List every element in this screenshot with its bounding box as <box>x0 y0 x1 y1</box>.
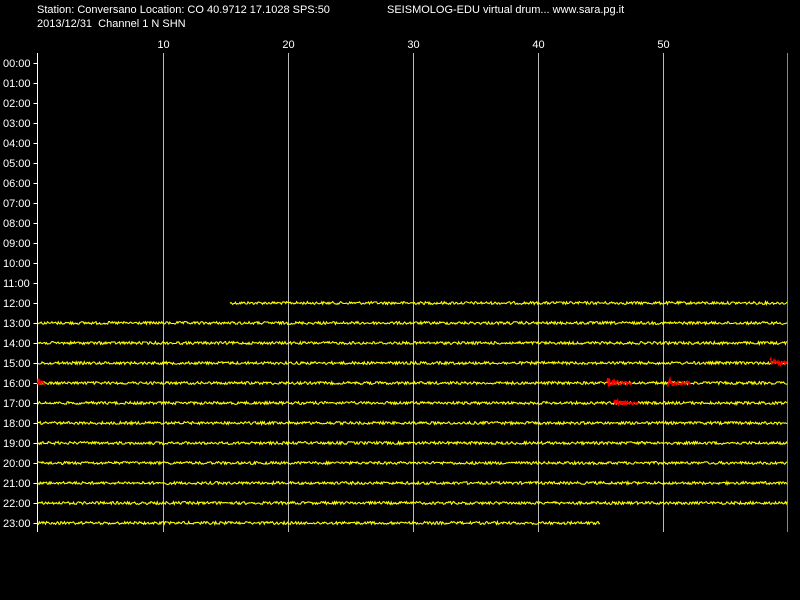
hour-label: 22:00 <box>3 498 31 510</box>
hour-label: 13:00 <box>3 318 31 330</box>
seismic-trace <box>37 519 601 526</box>
hour-label: 23:00 <box>3 518 31 530</box>
seismic-trace <box>37 419 788 427</box>
x-tick-label: 40 <box>532 39 544 51</box>
hour-label: 12:00 <box>3 298 31 310</box>
seismic-trace <box>37 500 788 506</box>
seismic-trace <box>37 399 788 407</box>
seismic-trace <box>37 340 788 347</box>
hour-label: 17:00 <box>3 398 31 410</box>
hour-label: 09:00 <box>3 238 31 250</box>
hour-label: 00:00 <box>3 58 31 70</box>
hour-label: 19:00 <box>3 438 31 450</box>
seismic-trace <box>37 460 788 466</box>
seismic-trace <box>229 299 788 306</box>
x-tick-label: 30 <box>407 39 419 51</box>
hour-label: 16:00 <box>3 378 31 390</box>
event-trace <box>613 397 640 407</box>
hour-label: 10:00 <box>3 258 31 270</box>
x-tick-label: 10 <box>157 39 169 51</box>
hour-label: 14:00 <box>3 338 31 350</box>
x-tick-label: 50 <box>657 39 669 51</box>
hour-label: 11:00 <box>3 278 30 290</box>
hour-label: 15:00 <box>3 358 31 370</box>
seismic-trace <box>37 320 788 326</box>
seismic-trace <box>37 440 788 446</box>
hour-label: 03:00 <box>3 118 31 130</box>
hour-label: 20:00 <box>3 458 31 470</box>
hour-label: 04:00 <box>3 138 31 150</box>
event-trace <box>605 377 633 387</box>
hour-label: 08:00 <box>3 218 31 230</box>
hour-label: 07:00 <box>3 198 31 210</box>
hour-label: 02:00 <box>3 98 31 110</box>
hour-label: 06:00 <box>3 178 31 190</box>
hour-label: 01:00 <box>3 78 31 90</box>
hour-label: 21:00 <box>3 478 31 490</box>
hour-label: 05:00 <box>3 158 31 170</box>
seismogram-drum: 10 20 30 40 50 00:00 01:00 02:00 03:00 04:00 05:00… <box>3 39 788 532</box>
seismic-trace <box>37 360 788 366</box>
hour-label: 18:00 <box>3 418 31 430</box>
seismic-trace <box>37 479 788 487</box>
x-tick-label: 20 <box>282 39 294 51</box>
